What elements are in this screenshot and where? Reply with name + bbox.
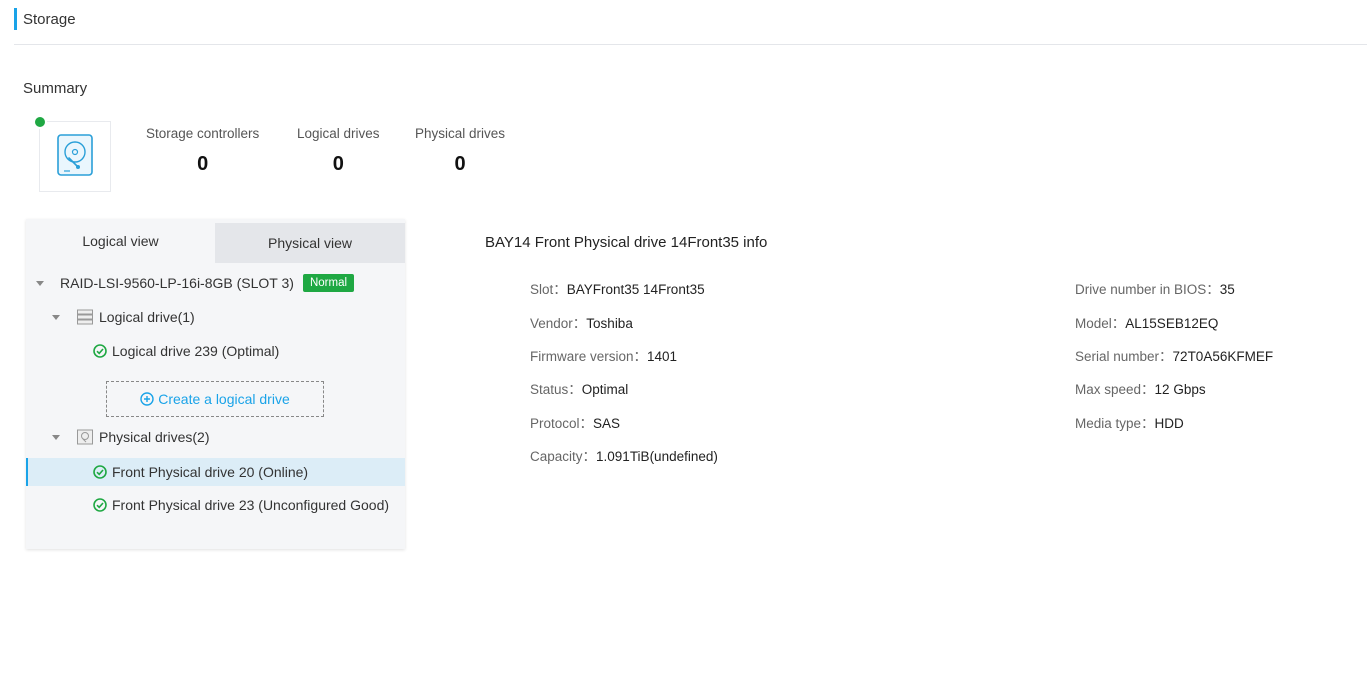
controller-label: RAID-LSI-9560-LP-16i-8GB (SLOT 3): [60, 275, 294, 291]
info-max-speed: Max speed：12 Gbps: [1075, 378, 1206, 398]
info-value: 72T0A56KFMEF: [1172, 349, 1274, 364]
page-title: Storage: [23, 10, 76, 28]
info-value: SAS: [593, 416, 621, 431]
info-model: Model：AL15SEB12EQ: [1075, 312, 1218, 332]
info-value: Toshiba: [586, 316, 633, 331]
info-key: Media type：: [1075, 416, 1155, 431]
tree-physical-group-row[interactable]: Physical drives(2): [26, 423, 405, 451]
tree-physical-drive-row[interactable]: Front Physical drive 23 (Unconfigured Go…: [26, 491, 405, 519]
info-key: Capacity：: [530, 449, 597, 464]
caret-down-icon[interactable]: [36, 280, 44, 286]
logical-drive-label: Logical drive 239 (Optimal): [112, 343, 280, 359]
info-serial: Serial number：72T0A56KFMEF: [1075, 345, 1273, 365]
physical-group-label: Physical drives(2): [99, 429, 210, 445]
check-circle-icon: [93, 465, 107, 479]
physical-drive-label: Front Physical drive 23 (Unconfigured Go…: [112, 497, 390, 513]
info-key: Vendor：: [530, 316, 587, 331]
info-slot: Slot：BAYFront35 14Front35: [530, 278, 705, 298]
info-value: 12 Gbps: [1154, 382, 1206, 397]
tree-physical-drive-row-selected[interactable]: Front Physical drive 20 (Online): [26, 458, 405, 486]
stat-value: 0: [332, 153, 344, 175]
tab-logical-view[interactable]: Logical view: [26, 219, 215, 263]
info-key: Firmware version：: [530, 349, 648, 364]
info-value: 35: [1219, 282, 1235, 297]
info-value: HDD: [1154, 416, 1184, 431]
info-protocol: Protocol：SAS: [530, 412, 620, 432]
info-key: Protocol：: [530, 416, 594, 431]
stat-label: Logical drives: [297, 126, 380, 141]
hard-drive-icon: [56, 133, 94, 180]
tree-logical-group-row[interactable]: Logical drive(1): [26, 303, 405, 331]
caret-down-icon[interactable]: [52, 314, 60, 320]
stat-storage-controllers: Storage controllers 0: [146, 126, 259, 176]
tab-physical-view[interactable]: Physical view: [215, 223, 405, 263]
stat-logical-drives: Logical drives 0: [297, 126, 380, 176]
storage-summary-icon-box: [39, 121, 111, 192]
info-value: Optimal: [581, 382, 629, 397]
page-header: Storage: [14, 8, 76, 30]
info-vendor: Vendor：Toshiba: [530, 312, 633, 332]
drive-info-title: BAY14 Front Physical drive 14Front35 inf…: [485, 234, 768, 251]
info-value: 1.091TiB(undefined): [596, 449, 718, 464]
info-firmware: Firmware version：1401: [530, 345, 677, 365]
header-accent-bar: [14, 8, 17, 30]
stat-value: 0: [197, 153, 209, 175]
stat-label: Physical drives: [415, 126, 506, 141]
status-badge: Normal: [302, 274, 355, 292]
create-logical-drive-label: Create a logical drive: [158, 391, 290, 407]
info-key: Model：: [1075, 316, 1126, 331]
info-key: Slot：: [530, 282, 567, 297]
info-key: Serial number：: [1075, 349, 1173, 364]
info-value: AL15SEB12EQ: [1125, 316, 1219, 331]
info-capacity: Capacity：1.091TiB(undefined): [530, 445, 718, 465]
server-icon: [76, 308, 94, 326]
physical-drive-label: Front Physical drive 20 (Online): [112, 464, 309, 480]
tree-logical-drive-row[interactable]: Logical drive 239 (Optimal): [26, 337, 405, 365]
caret-down-icon[interactable]: [52, 434, 60, 440]
check-circle-icon: [93, 344, 107, 358]
create-logical-drive-button[interactable]: Create a logical drive: [106, 381, 324, 417]
stat-physical-drives: Physical drives 0: [415, 126, 505, 176]
info-key: Status：: [530, 382, 582, 397]
check-circle-icon: [93, 498, 107, 512]
info-key: Drive number in BIOS：: [1075, 282, 1220, 297]
info-media-type: Media type：HDD: [1075, 412, 1184, 432]
header-divider: [14, 44, 1367, 45]
info-value: 1401: [647, 349, 678, 364]
info-key: Max speed：: [1075, 382, 1155, 397]
stat-value: 0: [454, 153, 466, 175]
stat-label: Storage controllers: [146, 126, 260, 141]
info-value: BAYFront35 14Front35: [566, 282, 705, 297]
status-dot: [33, 115, 47, 129]
view-tabs: Logical view Physical view: [26, 219, 405, 263]
summary-title: Summary: [23, 80, 88, 97]
info-status: Status：Optimal: [530, 378, 628, 398]
logical-group-label: Logical drive(1): [99, 309, 195, 325]
plus-circle-icon: [140, 392, 154, 406]
tree-controller-row[interactable]: RAID-LSI-9560-LP-16i-8GB (SLOT 3) Normal: [26, 269, 405, 297]
storage-tree-panel: Logical view Physical view RAID-LSI-9560…: [26, 219, 405, 549]
disk-icon: [76, 428, 94, 446]
info-bios-number: Drive number in BIOS：35: [1075, 278, 1235, 298]
